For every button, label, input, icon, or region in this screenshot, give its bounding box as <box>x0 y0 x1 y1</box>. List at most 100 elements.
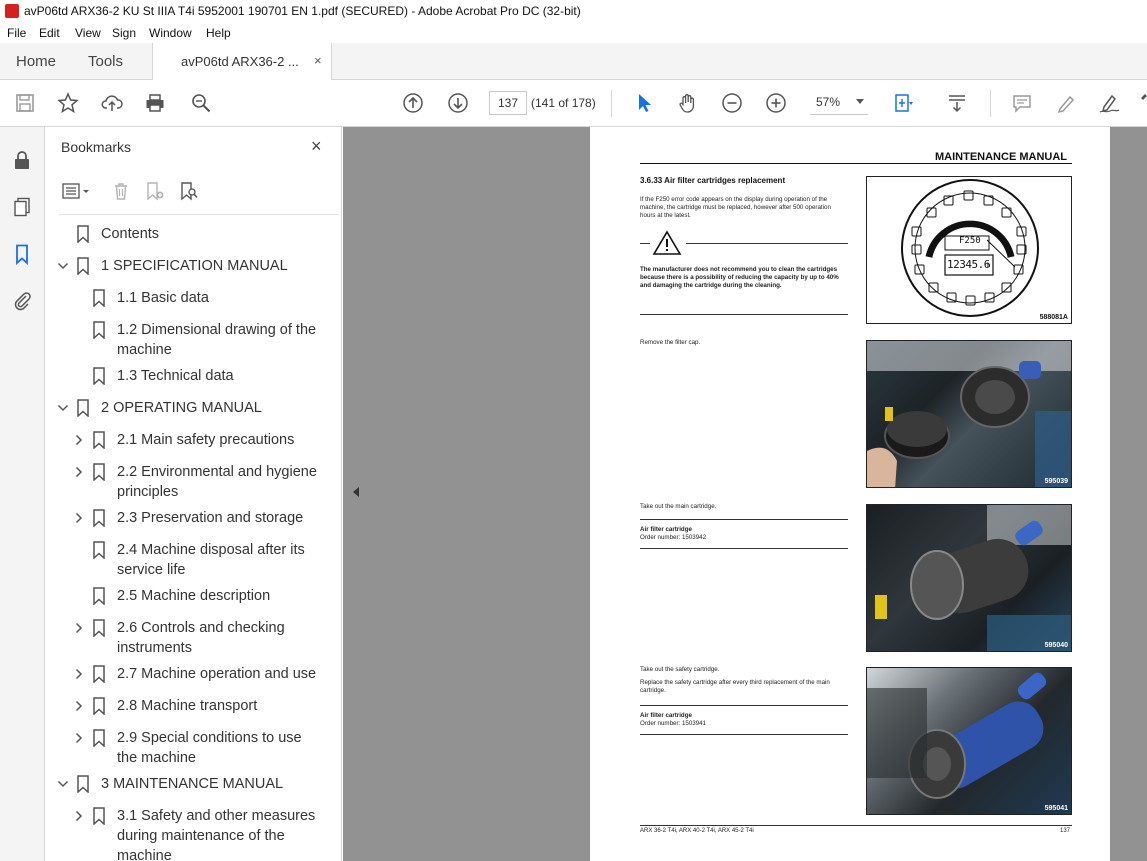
fit-page-icon[interactable] <box>891 91 915 115</box>
bookmark-item[interactable]: 3.1 Safety and other measures during mai… <box>45 806 327 861</box>
bookmark-label: 1.1 Basic data <box>117 290 209 306</box>
warning-rule-left <box>640 243 650 244</box>
part-rule-bottom <box>640 734 848 735</box>
chevron-down-icon[interactable] <box>57 776 69 792</box>
bookmark-label: 2.5 Machine description <box>117 588 271 604</box>
chevron-right-icon[interactable] <box>73 620 85 636</box>
instrument-display-figure: F250 12345.6 h 588081A <box>866 176 1072 324</box>
bookmark-icon <box>91 806 107 826</box>
more-tools-icon[interactable] <box>1135 91 1147 115</box>
zoom-out-icon[interactable] <box>720 91 744 115</box>
bookmark-icon <box>91 366 107 386</box>
bookmark-item[interactable]: 3 MAINTENANCE MANUAL <box>45 774 327 794</box>
hand-tool-icon[interactable] <box>676 91 700 115</box>
bookmark-label: 1.2 Dimensional drawing of the machine <box>117 322 317 358</box>
page-footer-number: 137 <box>1060 828 1071 834</box>
chevron-right-icon[interactable] <box>73 464 85 480</box>
bookmark-icon <box>91 618 107 638</box>
bookmarks-panel-icon[interactable] <box>10 242 34 266</box>
bookmark-item[interactable]: 1 SPECIFICATION MANUAL <box>45 256 327 276</box>
bookmark-item[interactable]: 2.6 Controls and checking instruments <box>45 618 327 658</box>
chevron-right-icon[interactable] <box>73 510 85 526</box>
bookmark-item[interactable]: 2.7 Machine operation and use <box>45 664 327 684</box>
safety-cartridge-photo: 595041 <box>866 667 1072 815</box>
warning-paragraph: The manufacturer does not recommend you … <box>640 266 839 289</box>
sign-pen-icon[interactable] <box>1097 91 1121 115</box>
bookmark-icon <box>91 462 107 482</box>
bookmark-item[interactable]: 1.2 Dimensional drawing of the machine <box>45 320 327 360</box>
menu-window[interactable]: Window <box>149 26 192 40</box>
bookmark-item[interactable]: Contents <box>45 224 327 244</box>
chevron-right-icon[interactable] <box>73 698 85 714</box>
highlight-pen-icon[interactable] <box>1054 91 1078 115</box>
comment-icon[interactable] <box>1010 91 1034 115</box>
page-number-input[interactable]: 137 <box>489 91 527 115</box>
acrobat-app-icon <box>5 4 19 18</box>
header-rule <box>640 163 1072 164</box>
bookmark-item[interactable]: 1.3 Technical data <box>45 366 327 386</box>
bookmark-icon <box>91 696 107 716</box>
delete-bookmark-icon[interactable] <box>109 179 133 203</box>
part-order-number: Order number: 1503941 <box>640 720 707 727</box>
attachments-icon[interactable] <box>10 288 34 312</box>
chevron-right-icon[interactable] <box>73 666 85 682</box>
select-cursor-icon[interactable] <box>632 91 656 115</box>
upload-cloud-icon[interactable] <box>100 91 124 115</box>
collapse-panel-arrow-icon[interactable] <box>353 487 359 497</box>
chevron-right-icon[interactable] <box>73 808 85 824</box>
zoom-in-icon[interactable] <box>764 91 788 115</box>
bookmark-item[interactable]: 2.8 Machine transport <box>45 696 327 716</box>
menu-help[interactable]: Help <box>206 26 231 40</box>
page-count-label: (141 of 178) <box>531 96 596 110</box>
bookmark-item[interactable]: 1.1 Basic data <box>45 288 327 308</box>
bookmark-item[interactable]: 2.2 Environmental and hygiene principles <box>45 462 327 502</box>
chevron-down-icon[interactable] <box>57 400 69 416</box>
bookmark-item[interactable]: 2 OPERATING MANUAL <box>45 398 327 418</box>
bookmarks-tree: Contents 1 SPECIFICATION MANUAL 1.1 Basi… <box>45 220 327 861</box>
step-main-cartridge: Take out the main cartridge. <box>640 503 717 510</box>
page-thumbnails-icon[interactable] <box>10 195 34 219</box>
menu-sign[interactable]: Sign <box>112 26 136 40</box>
previous-page-icon[interactable] <box>401 91 425 115</box>
bookmark-icon <box>91 664 107 684</box>
chevron-right-icon[interactable] <box>73 432 85 448</box>
menu-file[interactable]: File <box>7 26 26 40</box>
save-icon[interactable] <box>13 91 37 115</box>
menu-edit[interactable]: Edit <box>39 26 60 40</box>
bookmarks-panel-title: Bookmarks <box>61 139 132 155</box>
tab-home[interactable]: Home <box>16 53 56 70</box>
bookmark-star-icon[interactable] <box>56 91 80 115</box>
bookmark-options-icon[interactable] <box>59 179 93 203</box>
lock-icon[interactable] <box>10 148 34 172</box>
bookmark-item[interactable]: 2.9 Special conditions to use the machin… <box>45 728 327 768</box>
new-bookmark-icon[interactable] <box>143 179 167 203</box>
zoom-search-icon[interactable] <box>189 91 213 115</box>
chevron-right-icon[interactable] <box>73 730 85 746</box>
tab-document[interactable]: avP06td ARX36-2 ... × <box>152 43 332 80</box>
tab-document-label: avP06td ARX36-2 ... <box>181 54 299 69</box>
part-rule-bottom <box>640 548 848 549</box>
bookmark-icon <box>75 774 91 794</box>
display-hours-unit: h <box>987 263 991 269</box>
next-page-icon[interactable] <box>446 91 470 115</box>
bookmark-icon <box>75 256 91 276</box>
scroll-mode-icon[interactable] <box>945 91 969 115</box>
zoom-level-dropdown[interactable]: 57% <box>810 91 868 115</box>
print-icon[interactable] <box>143 91 167 115</box>
close-panel-icon[interactable]: × <box>311 136 322 157</box>
warning-rule-bottom <box>640 314 848 315</box>
close-tab-icon[interactable]: × <box>314 53 322 68</box>
bookmark-icon <box>91 540 107 560</box>
bookmark-item[interactable]: 2.4 Machine disposal after its service l… <box>45 540 327 580</box>
find-bookmark-icon[interactable] <box>177 179 201 203</box>
figure-code: 595039 <box>1044 478 1068 485</box>
chevron-down-icon[interactable] <box>57 258 69 274</box>
menu-view[interactable]: View <box>75 26 101 40</box>
toolbar: 137 (141 of 178) 57% <box>0 80 1147 127</box>
bookmark-item[interactable]: 2.3 Preservation and storage <box>45 508 327 528</box>
bookmark-item[interactable]: 2.5 Machine description <box>45 586 327 606</box>
bookmark-item[interactable]: 2.1 Main safety precautions <box>45 430 327 450</box>
bookmark-icon <box>91 320 107 340</box>
tab-tools[interactable]: Tools <box>88 53 123 70</box>
toolbar-divider <box>611 90 612 117</box>
